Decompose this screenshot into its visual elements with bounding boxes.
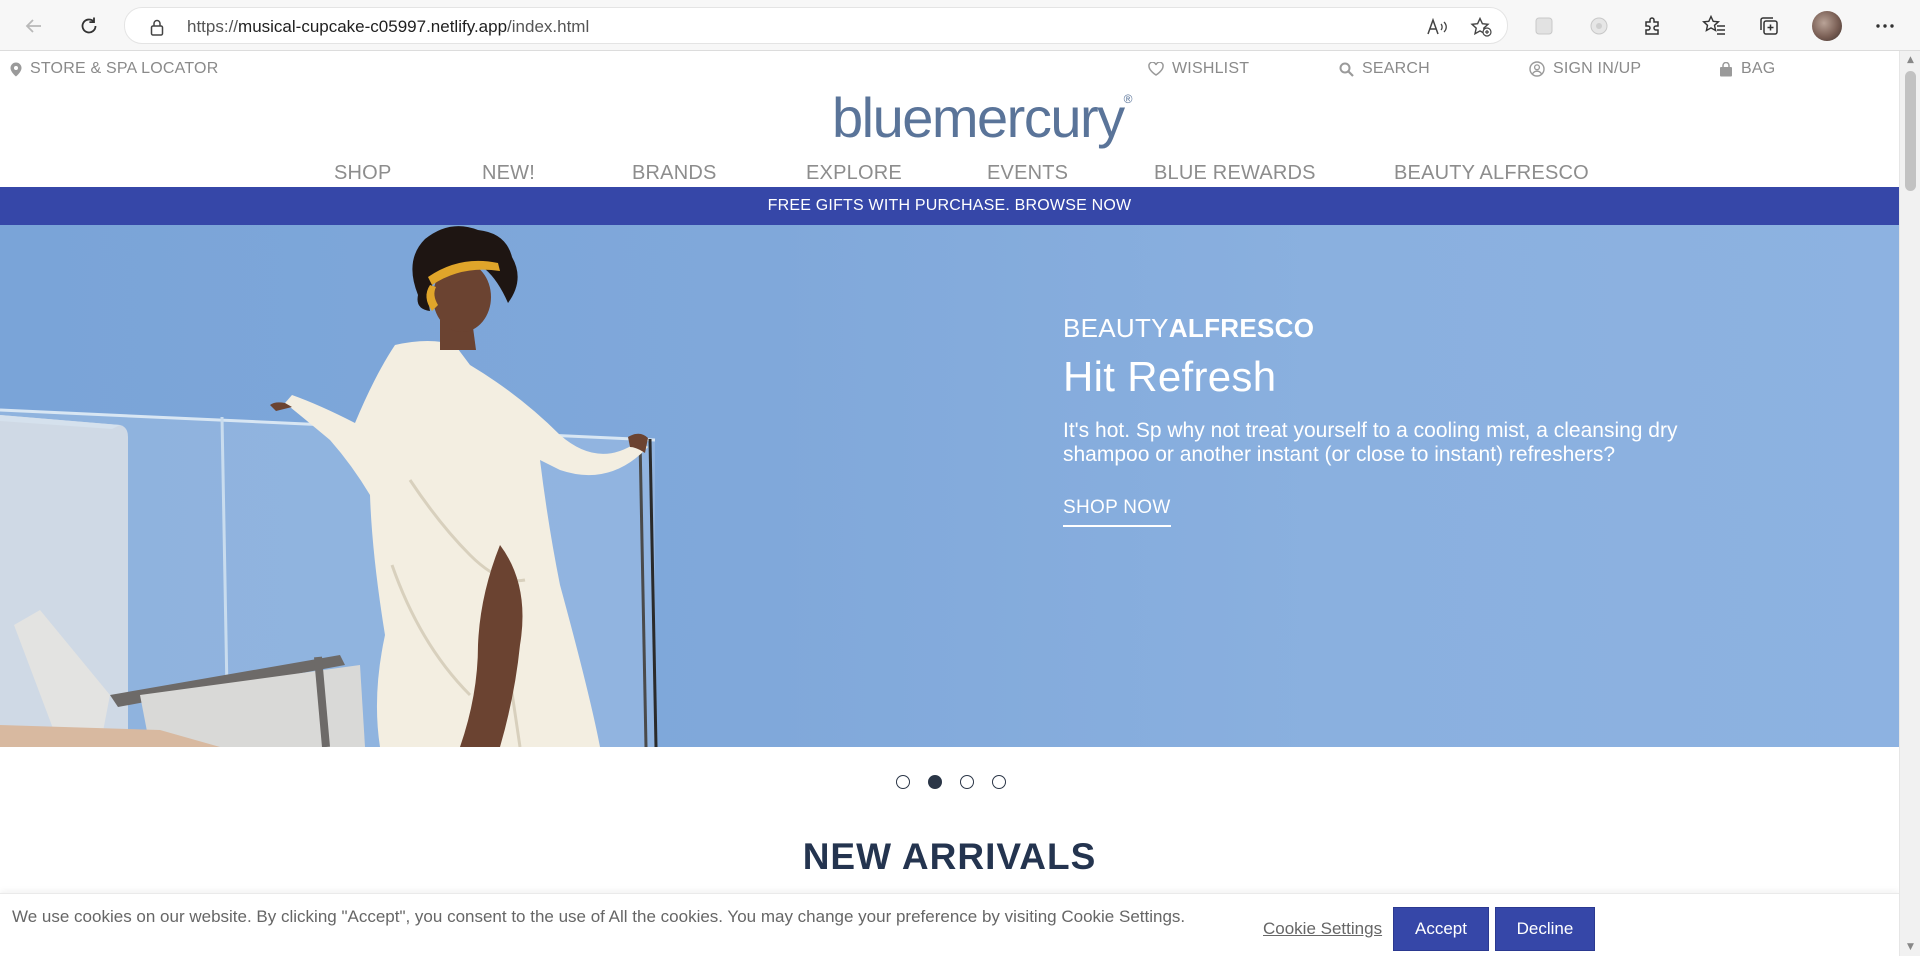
store-locator-link[interactable]: STORE & SPA LOCATOR bbox=[10, 60, 218, 78]
registered-mark: ® bbox=[1123, 92, 1133, 107]
arrow-left-icon bbox=[25, 19, 41, 33]
utility-bar: STORE & SPA LOCATOR WISHLIST SEARCH SIGN… bbox=[0, 51, 1899, 87]
url-text[interactable]: https://musical-cupcake-c05997.netlify.a… bbox=[187, 17, 589, 37]
lock-icon[interactable] bbox=[145, 16, 169, 38]
reload-button[interactable] bbox=[73, 10, 105, 42]
url-host: musical-cupcake-c05997.netlify.app bbox=[238, 17, 508, 36]
bag-label: BAG bbox=[1741, 60, 1776, 77]
promo-text: FREE GIFTS WITH PURCHASE. BROWSE NOW bbox=[767, 197, 1132, 214]
hero-image bbox=[0, 226, 658, 747]
nav-item-beauty-alfresco[interactable]: BEAUTY ALFRESCO bbox=[1394, 162, 1589, 185]
accept-label: Accept bbox=[1415, 919, 1467, 938]
cookie-settings-link[interactable]: Cookie Settings bbox=[1263, 919, 1382, 939]
user-icon bbox=[1529, 61, 1545, 77]
avatar bbox=[1812, 11, 1842, 41]
hero-eyebrow-bold: ALFRESCO bbox=[1168, 313, 1315, 343]
scrollbar-thumb[interactable] bbox=[1905, 71, 1916, 191]
browser-toolbar: https://musical-cupcake-c05997.netlify.a… bbox=[0, 0, 1920, 51]
promo-banner[interactable]: FREE GIFTS WITH PURCHASE. BROWSE NOW bbox=[0, 187, 1899, 225]
cookie-message: We use cookies on our website. By clicki… bbox=[12, 907, 1186, 926]
decline-label: Decline bbox=[1516, 919, 1574, 938]
sign-in-label: SIGN IN/UP bbox=[1553, 60, 1642, 77]
url-scheme: https:// bbox=[187, 17, 239, 36]
wishlist-link[interactable]: WISHLIST bbox=[1148, 60, 1249, 78]
reload-icon bbox=[81, 17, 97, 34]
address-bar[interactable]: https://musical-cupcake-c05997.netlify.a… bbox=[124, 7, 1508, 44]
profile-avatar[interactable] bbox=[1812, 11, 1842, 41]
page-content: STORE & SPA LOCATOR WISHLIST SEARCH SIGN… bbox=[0, 51, 1899, 956]
heart-icon bbox=[1148, 62, 1164, 76]
sign-in-link[interactable]: SIGN IN/UP bbox=[1529, 60, 1641, 78]
hero-banner[interactable]: BEAUTYALFRESCO Hit Refresh It's hot. Sp … bbox=[0, 225, 1899, 747]
hero-title: Hit Refresh bbox=[1063, 353, 1277, 400]
nav-item-blue-rewards[interactable]: BLUE REWARDS bbox=[1154, 162, 1316, 185]
hero-eyebrow-light: BEAUTY bbox=[1063, 313, 1169, 343]
logo-text: bluemercury bbox=[832, 86, 1125, 149]
shopping-bag-icon bbox=[1720, 61, 1732, 76]
scroll-down-arrow-icon[interactable]: ▼ bbox=[1905, 941, 1916, 953]
extension-icon-2[interactable] bbox=[1584, 11, 1614, 41]
carousel-pagination bbox=[896, 775, 1006, 789]
extension-icon-1[interactable] bbox=[1529, 11, 1559, 41]
accept-cookies-button[interactable]: Accept bbox=[1393, 907, 1489, 951]
back-button[interactable] bbox=[18, 10, 50, 42]
carousel-dot-4[interactable] bbox=[992, 775, 1006, 789]
decline-cookies-button[interactable]: Decline bbox=[1495, 907, 1595, 951]
nav-item-explore[interactable]: EXPLORE bbox=[806, 162, 902, 185]
scroll-up-arrow-icon[interactable]: ▲ bbox=[1905, 54, 1916, 66]
url-path: /index.html bbox=[507, 17, 590, 36]
nav-item-brands[interactable]: BRANDS bbox=[632, 162, 717, 185]
search-label: SEARCH bbox=[1362, 60, 1430, 77]
carousel-dot-3[interactable] bbox=[960, 775, 974, 789]
carousel-dot-1[interactable] bbox=[896, 775, 910, 789]
map-pin-icon bbox=[10, 62, 22, 76]
new-arrivals-heading: NEW ARRIVALS bbox=[802, 836, 1097, 877]
nav-item-new[interactable]: NEW! bbox=[482, 162, 535, 185]
store-locator-label: STORE & SPA LOCATOR bbox=[30, 60, 219, 77]
nav-item-events[interactable]: EVENTS bbox=[987, 162, 1068, 185]
extensions-puzzle-icon[interactable] bbox=[1638, 11, 1668, 41]
brand-logo[interactable]: bluemercury® bbox=[832, 85, 1132, 150]
carousel-dot-2[interactable] bbox=[928, 775, 942, 789]
add-favorite-icon[interactable] bbox=[1469, 16, 1493, 38]
page-scrollbar[interactable]: ▲ ▼ bbox=[1899, 51, 1920, 956]
search-icon bbox=[1339, 62, 1354, 77]
hero-description: It's hot. Sp why not treat yourself to a… bbox=[1063, 419, 1678, 466]
favorites-icon[interactable] bbox=[1699, 11, 1729, 41]
collections-icon[interactable] bbox=[1754, 11, 1784, 41]
search-link[interactable]: SEARCH bbox=[1339, 60, 1430, 78]
cookie-banner: We use cookies on our website. By clicki… bbox=[0, 893, 1899, 956]
read-aloud-icon[interactable] bbox=[1425, 16, 1449, 38]
wishlist-label: WISHLIST bbox=[1172, 60, 1250, 77]
more-menu-icon[interactable] bbox=[1870, 11, 1900, 41]
hero-eyebrow: BEAUTYALFRESCO bbox=[1063, 313, 1314, 344]
shop-now-link[interactable]: SHOP NOW bbox=[1063, 497, 1171, 527]
nav-item-shop[interactable]: SHOP bbox=[334, 162, 391, 185]
bag-link[interactable]: BAG bbox=[1719, 60, 1775, 78]
